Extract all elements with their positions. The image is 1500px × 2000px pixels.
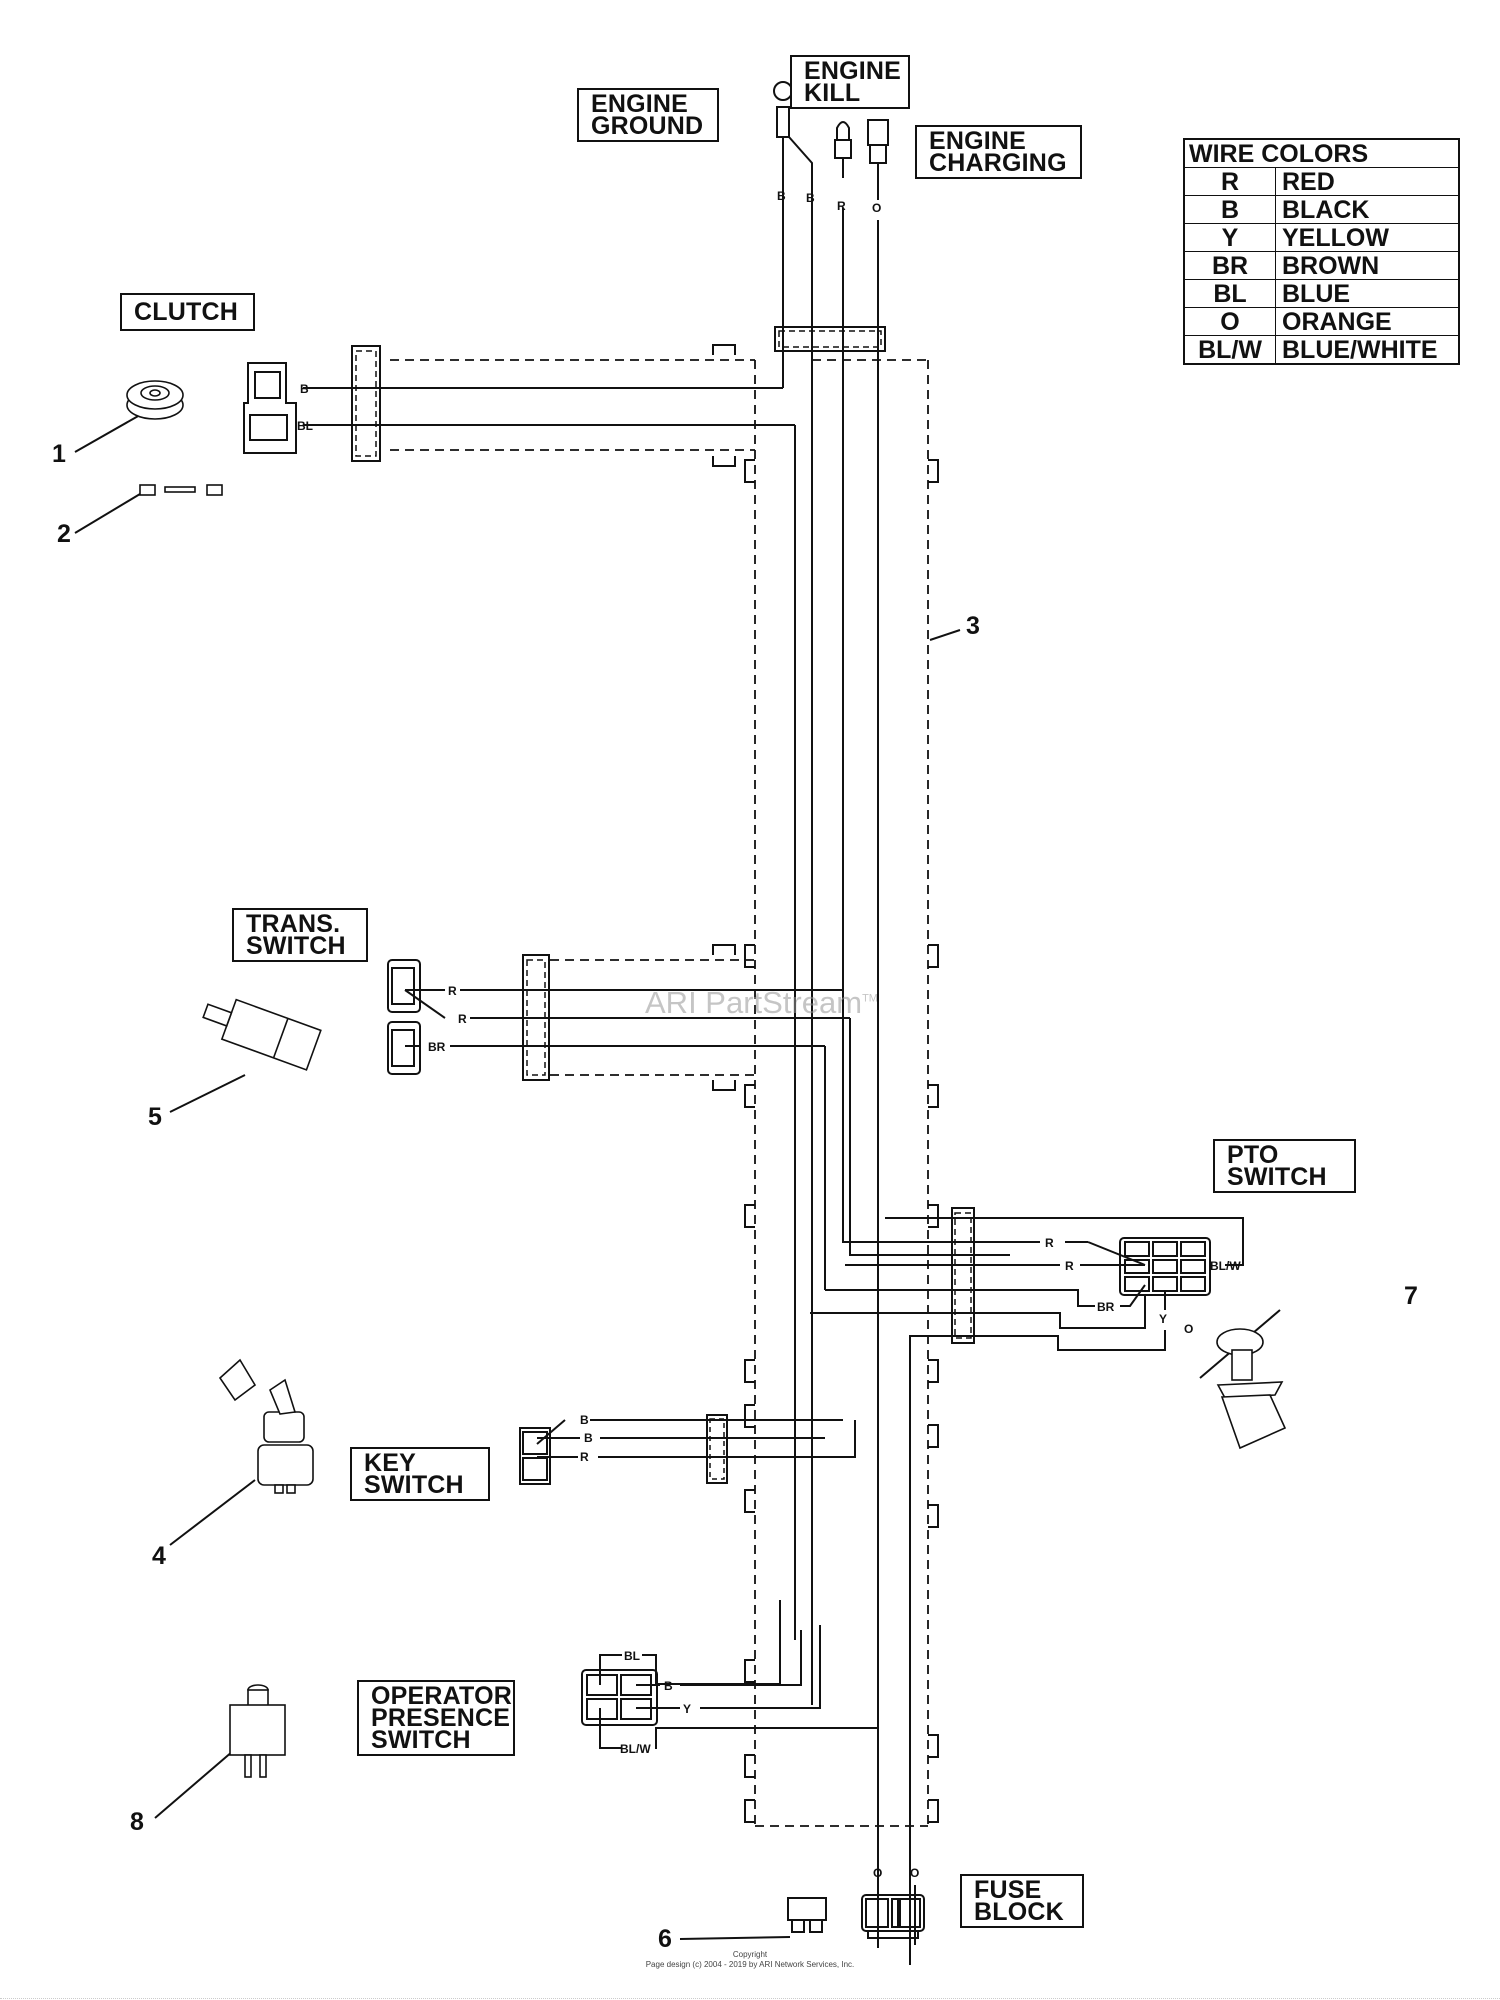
ops-connector xyxy=(581,1669,658,1726)
wire-label: O xyxy=(873,1866,882,1880)
copyright: Copyright Page design (c) 2004 - 2019 by… xyxy=(600,1950,900,1970)
wire-label: B xyxy=(300,382,309,396)
label-engine-charging: ENGINE CHARGING xyxy=(915,125,1082,179)
legend-code: BR xyxy=(1183,251,1276,280)
wire-label: R xyxy=(837,199,846,213)
trans-switch-part xyxy=(202,998,322,1071)
label-clutch: CLUTCH xyxy=(120,293,255,331)
legend-name: BLUE/WHITE xyxy=(1275,335,1460,365)
wire-label: R xyxy=(458,1012,467,1026)
wire-label: Y xyxy=(1159,1312,1167,1326)
wire-label: B xyxy=(777,189,786,203)
wire-label: BR xyxy=(1097,1300,1115,1314)
wire-label: B xyxy=(806,191,815,205)
pto-connector xyxy=(1119,1237,1211,1296)
wire-label: R xyxy=(1045,1236,1054,1250)
label-line: CLUTCH xyxy=(134,298,238,326)
key-switch-part xyxy=(218,1358,314,1494)
watermark: ARI PartStreamTM xyxy=(645,985,878,1021)
watermark-text: ARI PartStream xyxy=(645,985,863,1020)
label-key-switch: KEY SWITCH xyxy=(350,1447,490,1501)
wire-label: O xyxy=(1184,1322,1193,1336)
wire-label: BL/W xyxy=(620,1742,651,1756)
pto-switch-part xyxy=(1216,1328,1287,1450)
wire-label: O xyxy=(910,1866,919,1880)
label-fuse-block: FUSE BLOCK xyxy=(960,1874,1084,1928)
label-engine-kill: ENGINE KILL xyxy=(790,55,910,109)
wire-label: R xyxy=(1065,1259,1074,1273)
wire-label: R xyxy=(580,1450,589,1464)
legend-code: O xyxy=(1183,307,1276,336)
legend-name: ORANGE xyxy=(1275,307,1460,336)
legend-name: BROWN xyxy=(1275,251,1460,280)
label-pto-switch: PTO SWITCH xyxy=(1213,1139,1356,1193)
legend-name: BLACK xyxy=(1275,195,1460,224)
copyright-line: Page design (c) 2004 - 2019 by ARI Netwo… xyxy=(645,1960,855,1969)
legend-title: WIRE COLORS xyxy=(1183,138,1460,168)
legend-code: BL xyxy=(1183,279,1276,308)
legend-name: RED xyxy=(1275,167,1460,196)
legend-row: BR BROWN xyxy=(1183,251,1460,280)
wire-label: BL xyxy=(624,1649,640,1663)
legend-code: Y xyxy=(1183,223,1276,252)
engine-kill-terminal xyxy=(834,121,852,998)
legend-row: BL/W BLUE/WHITE xyxy=(1183,335,1460,365)
legend-row: BL BLUE xyxy=(1183,279,1460,308)
legend-row: R RED xyxy=(1183,167,1460,196)
wire-colors-legend: WIRE COLORS R RED B BLACK Y YELLOW BR BROWN … xyxy=(1183,138,1460,365)
engine-ground-terminal xyxy=(773,81,813,1705)
operator-presence-switch-part xyxy=(229,1684,286,1778)
wire-label: BL/W xyxy=(1210,1259,1241,1273)
main-harness xyxy=(390,359,929,1827)
legend-row: B BLACK xyxy=(1183,195,1460,224)
label-line: SWITCH xyxy=(364,1471,464,1499)
clutch-jumper-wire xyxy=(139,484,223,496)
legend-row: Y YELLOW xyxy=(1183,223,1460,252)
label-line: SWITCH xyxy=(246,932,346,960)
label-line: BLOCK xyxy=(974,1898,1064,1926)
legend-row: O ORANGE xyxy=(1183,307,1460,336)
legend-name: BLUE xyxy=(1275,279,1460,308)
engine-charging-terminal xyxy=(867,119,889,1948)
label-line: GROUND xyxy=(591,112,704,140)
label-line: CHARGING xyxy=(929,149,1067,177)
callout-7[interactable]: 7 xyxy=(1404,1282,1418,1311)
wire-label: B xyxy=(584,1431,593,1445)
callout-3[interactable]: 3 xyxy=(966,612,980,641)
callout-2[interactable]: 2 xyxy=(57,520,71,549)
legend-name: YELLOW xyxy=(1275,223,1460,252)
label-engine-ground: ENGINE GROUND xyxy=(577,88,719,142)
copyright-line: Copyright xyxy=(732,1950,768,1959)
wire-label: BL xyxy=(297,419,313,433)
callout-5[interactable]: 5 xyxy=(148,1103,162,1132)
callout-4[interactable]: 4 xyxy=(152,1542,166,1571)
wire-label: R xyxy=(448,984,457,998)
wire-labels: B B R O B BL R R BR R R BL/W BR Y O B B … xyxy=(297,189,1241,1880)
label-trans-switch: TRANS. SWITCH xyxy=(232,908,368,962)
bottom-divider xyxy=(0,1998,1500,1999)
callout-8[interactable]: 8 xyxy=(130,1808,144,1837)
wire-label: B xyxy=(664,1679,673,1693)
legend-code: R xyxy=(1183,167,1276,196)
legend-code: B xyxy=(1183,195,1276,224)
legend-code: BL/W xyxy=(1183,335,1276,365)
watermark-tm: TM xyxy=(862,992,878,1005)
wire-label: BR xyxy=(428,1040,446,1054)
wire-label: Y xyxy=(683,1702,691,1716)
label-line: SWITCH xyxy=(371,1726,471,1754)
label-line: KILL xyxy=(804,79,861,107)
wire-label: B xyxy=(580,1413,589,1427)
label-operator-presence-switch: OPERATOR PRESENCE SWITCH xyxy=(357,1680,515,1756)
wire-label: O xyxy=(872,201,881,215)
fuse xyxy=(787,1897,827,1921)
label-line: SWITCH xyxy=(1227,1163,1327,1191)
callout-1[interactable]: 1 xyxy=(52,440,66,469)
clutch-part xyxy=(126,380,184,420)
